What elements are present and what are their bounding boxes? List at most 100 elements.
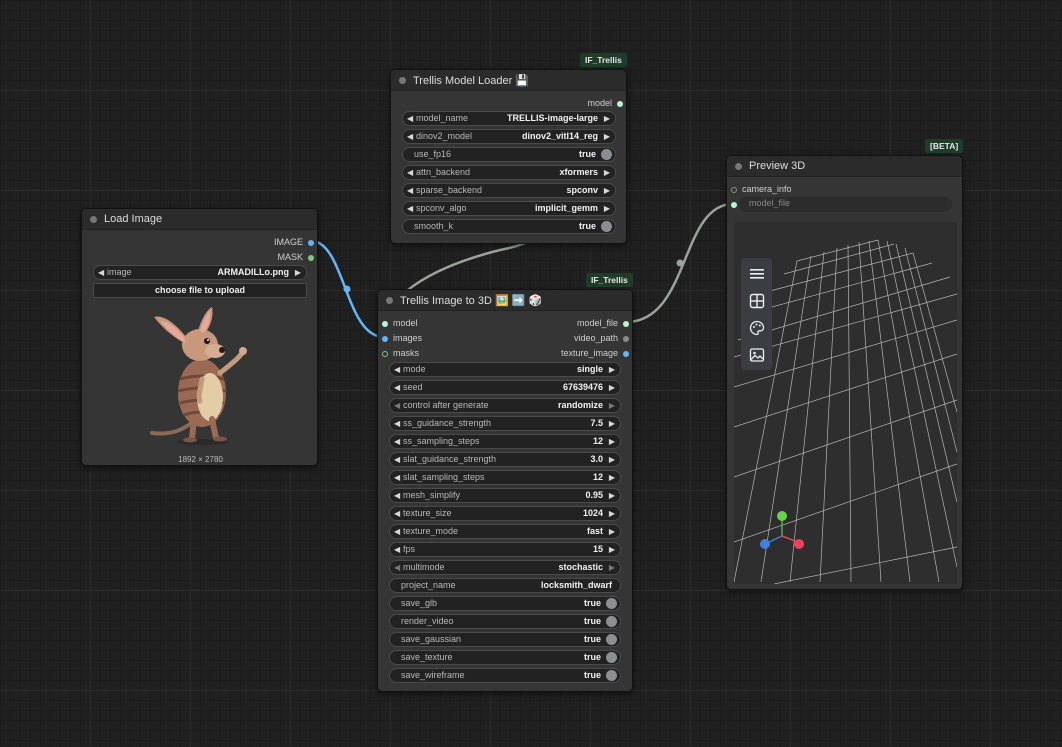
input-slot-images[interactable] (382, 335, 388, 342)
increment-arrow-icon[interactable]: ▶ (604, 184, 610, 197)
ss-sampling-steps-input[interactable]: ◀ ss_sampling_steps 12 ▶ (389, 434, 621, 449)
input-slot-model-file[interactable] (731, 201, 737, 208)
seed-input[interactable]: ◀ seed 67639476 ▶ (389, 380, 621, 395)
increment-arrow-icon[interactable]: ▶ (604, 130, 610, 143)
output-slot-image[interactable] (308, 239, 314, 246)
output-slot-model[interactable] (617, 100, 623, 107)
output-slot-video-path[interactable] (623, 335, 629, 342)
collapse-dot[interactable] (399, 77, 406, 84)
menu-icon[interactable] (741, 260, 772, 287)
collapse-dot[interactable] (386, 297, 393, 304)
slat-guidance-strength-input[interactable]: ◀ slat_guidance_strength 3.0 ▶ (389, 452, 621, 467)
input-slot-model[interactable] (382, 320, 388, 327)
decrement-arrow-icon[interactable]: ◀ (394, 453, 400, 466)
increment-arrow-icon[interactable]: ▶ (609, 561, 615, 574)
decrement-arrow-icon[interactable]: ◀ (98, 266, 104, 279)
input-slot-camera-info[interactable] (731, 186, 737, 193)
increment-arrow-icon[interactable]: ▶ (604, 202, 610, 215)
decrement-arrow-icon[interactable]: ◀ (394, 507, 400, 520)
output-slot-texture-image[interactable] (623, 350, 629, 357)
input-model[interactable]: model (393, 317, 418, 330)
toggle-knob[interactable] (606, 670, 617, 681)
image-link-midpoint[interactable] (343, 285, 351, 293)
increment-arrow-icon[interactable]: ▶ (609, 363, 615, 376)
decrement-arrow-icon[interactable]: ◀ (407, 112, 413, 125)
dinov2-model-select[interactable]: ◀ dinov2_model dinov2_vitl14_reg ▶ (402, 129, 616, 144)
increment-arrow-icon[interactable]: ▶ (609, 471, 615, 484)
toggle-knob[interactable] (606, 598, 617, 609)
increment-arrow-icon[interactable]: ▶ (609, 381, 615, 394)
output-model-file[interactable]: model_file (528, 317, 618, 330)
preview-3d-node[interactable]: Preview 3D camera_info model_file (726, 155, 963, 590)
image-to-3d-node[interactable]: Trellis Image to 3D 🖼️ ➡️ 🎲 model images… (377, 289, 633, 692)
spconv-algo-select[interactable]: ◀ spconv_algo implicit_gemm ▶ (402, 201, 616, 216)
render-video-toggle[interactable]: render_video true (389, 614, 621, 629)
multimode-select[interactable]: ◀ multimode stochastic ▶ (389, 560, 621, 575)
toggle-knob[interactable] (606, 634, 617, 645)
model-file-link-midpoint[interactable] (676, 259, 684, 267)
smooth-k-toggle[interactable]: smooth_k true (402, 219, 616, 234)
slat-sampling-steps-input[interactable]: ◀ slat_sampling_steps 12 ▶ (389, 470, 621, 485)
control-after-generate-select[interactable]: ◀ control after generate randomize ▶ (389, 398, 621, 413)
output-texture-image[interactable]: texture_image (528, 347, 618, 360)
preview-3d-title-bar[interactable]: Preview 3D (727, 156, 962, 177)
increment-arrow-icon[interactable]: ▶ (295, 266, 301, 279)
image-select[interactable]: ◀ image ARMADILLo.png ▶ (93, 265, 307, 280)
increment-arrow-icon[interactable]: ▶ (609, 417, 615, 430)
toggle-knob[interactable] (606, 616, 617, 627)
decrement-arrow-icon[interactable]: ◀ (407, 166, 413, 179)
decrement-arrow-icon[interactable]: ◀ (394, 363, 400, 376)
decrement-arrow-icon[interactable]: ◀ (394, 471, 400, 484)
mode-select[interactable]: ◀ mode single ▶ (389, 362, 621, 377)
save-gaussian-toggle[interactable]: save_gaussian true (389, 632, 621, 647)
input-masks[interactable]: masks (393, 347, 419, 360)
decrement-arrow-icon[interactable]: ◀ (394, 435, 400, 448)
load-image-node[interactable]: Load Image IMAGE MASK ◀ image ARMADILLo.… (81, 208, 318, 466)
input-images[interactable]: images (393, 332, 422, 345)
output-image[interactable]: IMAGE (243, 236, 303, 249)
sparse-backend-select[interactable]: ◀ sparse_backend spconv ▶ (402, 183, 616, 198)
decrement-arrow-icon[interactable]: ◀ (394, 525, 400, 538)
upload-button[interactable]: choose file to upload (93, 283, 307, 298)
decrement-arrow-icon[interactable]: ◀ (394, 543, 400, 556)
increment-arrow-icon[interactable]: ▶ (609, 453, 615, 466)
decrement-arrow-icon[interactable]: ◀ (394, 561, 400, 574)
output-model[interactable]: model (552, 97, 612, 110)
output-slot-model-file[interactable] (623, 320, 629, 327)
texture-size-input[interactable]: ◀ texture_size 1024 ▶ (389, 506, 621, 521)
decrement-arrow-icon[interactable]: ◀ (394, 381, 400, 394)
decrement-arrow-icon[interactable]: ◀ (394, 489, 400, 502)
save-texture-toggle[interactable]: save_texture true (389, 650, 621, 665)
model-loader-title-bar[interactable]: Trellis Model Loader 💾 (391, 70, 626, 91)
input-slot-masks[interactable] (382, 350, 388, 357)
toggle-knob[interactable] (606, 652, 617, 663)
collapse-dot[interactable] (90, 216, 97, 223)
output-slot-mask[interactable] (308, 254, 314, 261)
texture-mode-select[interactable]: ◀ texture_mode fast ▶ (389, 524, 621, 539)
decrement-arrow-icon[interactable]: ◀ (407, 184, 413, 197)
save-wireframe-toggle[interactable]: save_wireframe true (389, 668, 621, 683)
increment-arrow-icon[interactable]: ▶ (604, 166, 610, 179)
model-file-widget[interactable]: model_file (739, 197, 952, 212)
mesh-simplify-input[interactable]: ◀ mesh_simplify 0.95 ▶ (389, 488, 621, 503)
save-glb-toggle[interactable]: save_glb true (389, 596, 621, 611)
increment-arrow-icon[interactable]: ▶ (609, 489, 615, 502)
toggle-knob[interactable] (601, 221, 612, 232)
palette-icon[interactable] (741, 314, 772, 341)
decrement-arrow-icon[interactable]: ◀ (407, 202, 413, 215)
output-mask[interactable]: MASK (243, 251, 303, 264)
increment-arrow-icon[interactable]: ▶ (604, 112, 610, 125)
decrement-arrow-icon[interactable]: ◀ (407, 130, 413, 143)
decrement-arrow-icon[interactable]: ◀ (394, 417, 400, 430)
ss-guidance-strength-input[interactable]: ◀ ss_guidance_strength 7.5 ▶ (389, 416, 621, 431)
increment-arrow-icon[interactable]: ▶ (609, 543, 615, 556)
model-loader-node[interactable]: Trellis Model Loader 💾 model ◀ model_nam… (390, 69, 627, 244)
toggle-knob[interactable] (601, 149, 612, 160)
collapse-dot[interactable] (735, 163, 742, 170)
image-to-3d-title-bar[interactable]: Trellis Image to 3D 🖼️ ➡️ 🎲 (378, 290, 632, 311)
increment-arrow-icon[interactable]: ▶ (609, 507, 615, 520)
fps-input[interactable]: ◀ fps 15 ▶ (389, 542, 621, 557)
attn-backend-select[interactable]: ◀ attn_backend xformers ▶ (402, 165, 616, 180)
layout-icon[interactable] (741, 287, 772, 314)
decrement-arrow-icon[interactable]: ◀ (394, 399, 400, 412)
